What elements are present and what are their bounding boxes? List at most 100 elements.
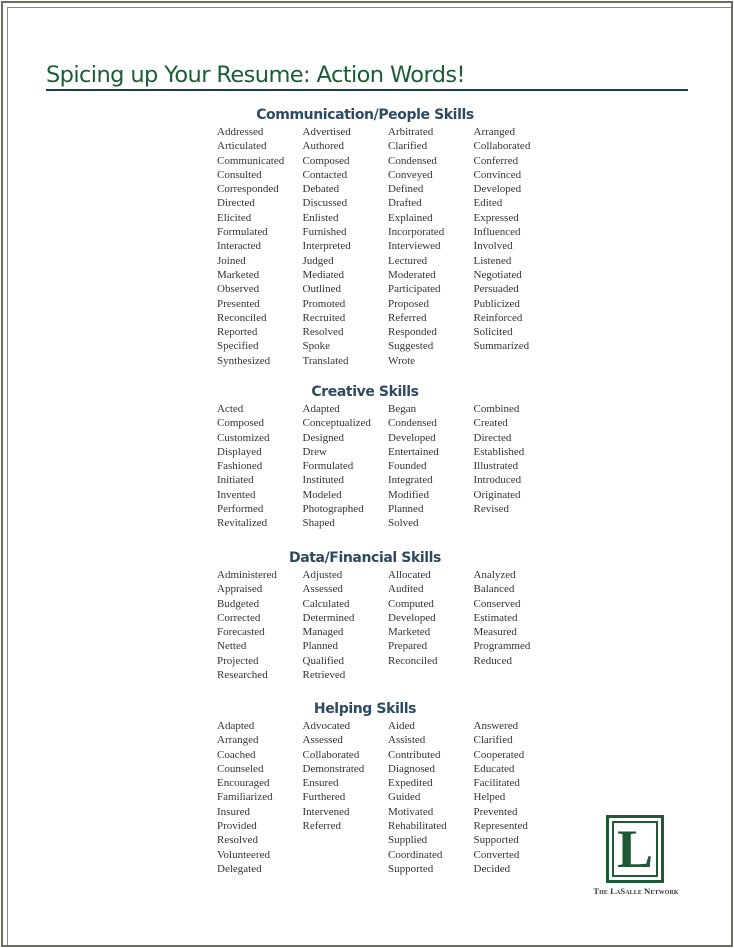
action-word: Reconciled [388, 654, 438, 667]
action-word: Estimated [473, 611, 518, 624]
action-word: Convinced [473, 168, 522, 181]
action-word: Edited [473, 197, 503, 210]
action-word: Managed [302, 626, 344, 639]
action-word: Counseled [217, 762, 264, 775]
action-word: Expedited [388, 777, 433, 790]
action-word: Observed [217, 283, 260, 296]
action-word: Balanced [473, 583, 515, 596]
section-heading-data-financial: Data/Financial Skills [288, 550, 441, 566]
action-word: Acted [217, 403, 244, 415]
action-word: Consulted [217, 168, 262, 181]
action-word: Calculated [302, 597, 350, 610]
word-row: Provided Referred Rehabilitated Represented [217, 819, 559, 833]
section-heading-communication: Communication/People Skills [256, 107, 474, 123]
action-word: Responded [388, 326, 437, 339]
action-word [474, 668, 560, 682]
action-word: Facilitated [473, 777, 520, 790]
action-word: Presented [217, 297, 260, 310]
word-row: Corrected Determined Developed Estimated [217, 611, 559, 625]
word-row: Counseled Demonstrated Diagnosed Educated [217, 762, 559, 776]
word-row: Delegated Supported Decided [217, 862, 559, 876]
word-row: Synthesized Translated Wrote [217, 354, 559, 368]
action-word: Proposed [388, 297, 429, 310]
action-word: Assessed [302, 734, 343, 747]
word-row: Budgeted Calculated Computed Conserved [217, 597, 559, 611]
action-word: Condensed [388, 417, 437, 430]
action-word: Allocated [388, 569, 431, 581]
word-row: Appraised Assessed Audited Balanced [217, 582, 559, 596]
action-word: Solved [388, 517, 419, 530]
action-word: Diagnosed [388, 762, 436, 775]
action-word: Incorporated [388, 226, 445, 239]
action-word: Developed [388, 611, 436, 624]
action-word: Planned [302, 640, 338, 653]
word-row: Formulated Furnished Incorporated Influence… [217, 225, 559, 239]
section-heading-helping: Helping Skills [313, 701, 417, 717]
action-word: Explained [388, 211, 433, 224]
word-row: Encouraged Ensured Expedited Facilitated [217, 776, 559, 790]
word-grid-creative: Acted Adapted Began Combined Composed Concept… [217, 402, 559, 531]
action-word: Lectured [388, 254, 428, 267]
action-word: Publicized [473, 297, 520, 310]
action-word: Illustrated [473, 460, 519, 473]
action-word: Aided [388, 720, 415, 732]
action-word: Recruited [302, 311, 346, 324]
action-word: Clarified [473, 734, 513, 747]
action-word: Determined [302, 611, 355, 624]
action-word: Suggested [388, 340, 434, 353]
action-word: Intervened [302, 805, 350, 818]
action-word: Customized [217, 431, 270, 444]
word-row: Arranged Assessed Assisted Clarified [217, 733, 559, 747]
action-word: Referred [302, 820, 341, 833]
action-word: Established [473, 445, 525, 458]
word-row: Addressed Advertised Arbitrated Arranged [217, 125, 559, 139]
action-word: Advertised [302, 126, 351, 138]
word-row: Communicated Composed Condensed Conferred [217, 154, 559, 168]
action-word: Participated [388, 283, 441, 296]
action-word: Computed [388, 597, 434, 610]
action-word: Initiated [217, 474, 254, 487]
action-word: Administered [217, 569, 277, 581]
action-word: Provided [217, 820, 257, 833]
lasalle-logo: L [606, 815, 664, 883]
action-word: Developed [473, 183, 522, 196]
action-word: Furthered [302, 791, 346, 804]
logo-inner-frame: L [612, 821, 658, 877]
action-word: Reduced [473, 654, 512, 667]
action-word: Arbitrated [388, 126, 434, 138]
action-word: Conceptualized [302, 417, 371, 430]
action-word: Retrieved [302, 669, 346, 682]
action-word: Translated [302, 354, 349, 367]
action-word: Guided [388, 791, 421, 804]
action-word: Formulated [302, 460, 354, 473]
action-word: Cooperated [473, 748, 525, 761]
word-row: Marketed Mediated Moderated Negotiated [217, 268, 559, 282]
action-word: Addressed [217, 126, 264, 138]
word-row: Observed Outlined Participated Persuaded [217, 282, 559, 296]
action-word: Supported [473, 834, 519, 847]
action-word: Conserved [473, 597, 521, 610]
action-word: Prevented [473, 805, 518, 818]
action-word: Arranged [217, 734, 259, 747]
word-row: Corresponded Debated Defined Developed [217, 182, 559, 196]
action-word: Discussed [302, 197, 348, 210]
word-row: Adapted Advocated Aided Answered [217, 719, 559, 733]
action-word: Delegated [217, 862, 262, 875]
word-row: Composed Conceptualized Condensed Created [217, 416, 559, 430]
word-row: Specified Spoke Suggested Summarized [217, 339, 559, 353]
word-row: Reconciled Recruited Referred Reinforced [217, 311, 559, 325]
action-word: Designed [302, 431, 345, 444]
action-word: Projected [217, 654, 259, 667]
action-word: Displayed [217, 445, 262, 458]
word-row: Administered Adjusted Allocated Analyzed [217, 568, 559, 582]
action-word: Motivated [388, 805, 434, 818]
action-word: Converted [473, 848, 520, 861]
action-word: Adjusted [302, 569, 343, 581]
action-word: Instituted [302, 474, 345, 487]
action-word: Judged [302, 254, 334, 267]
action-word: Marketed [217, 268, 260, 281]
action-word: Drafted [388, 197, 422, 210]
action-word: Modified [388, 488, 429, 501]
page-title: Spicing up Your Resume: Action Words! [46, 62, 466, 88]
action-word: Decided [473, 862, 511, 875]
